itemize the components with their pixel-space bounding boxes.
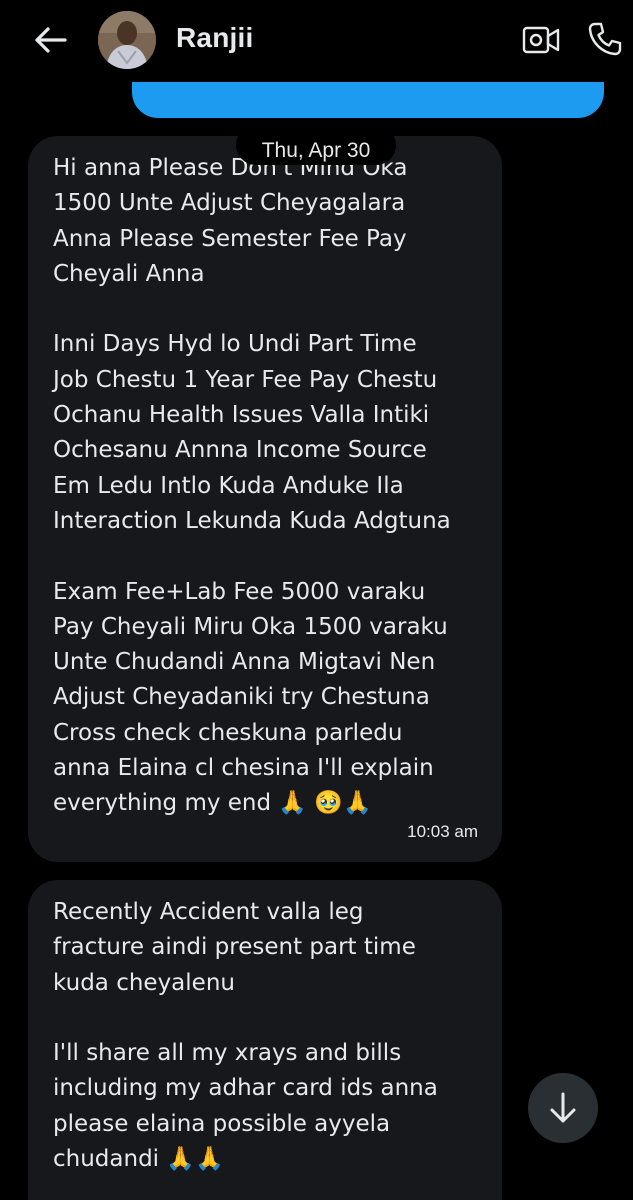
date-divider-label: Thu, Apr 30 — [261, 139, 371, 162]
video-call-button[interactable] — [520, 20, 562, 60]
arrow-down-icon — [550, 1092, 576, 1123]
chat-header: Ranjii — [0, 0, 633, 82]
date-divider: Thu, Apr 30 — [236, 125, 396, 165]
received-message-bubble[interactable]: Recently Accident valla leg fracture ain… — [28, 880, 502, 1200]
arrow-left-icon — [35, 27, 67, 53]
message-timestamp: 10:03 am — [407, 822, 478, 841]
voice-call-button[interactable] — [584, 18, 626, 60]
avatar-photo — [98, 11, 156, 69]
avatar[interactable] — [98, 11, 156, 69]
contact-name[interactable]: Ranjii — [176, 22, 253, 54]
phone-icon — [588, 22, 622, 56]
received-message-bubble[interactable]: Hi anna Please Don't Mind Oka 1500 Unte … — [28, 136, 502, 862]
message-text: Hi anna Please Don't Mind Oka 1500 Unte … — [53, 155, 451, 817]
message-text: Recently Accident valla leg fracture ain… — [53, 899, 438, 1173]
video-camera-icon — [522, 26, 560, 54]
back-button[interactable] — [28, 20, 72, 60]
scroll-to-bottom-button[interactable] — [528, 1073, 598, 1143]
